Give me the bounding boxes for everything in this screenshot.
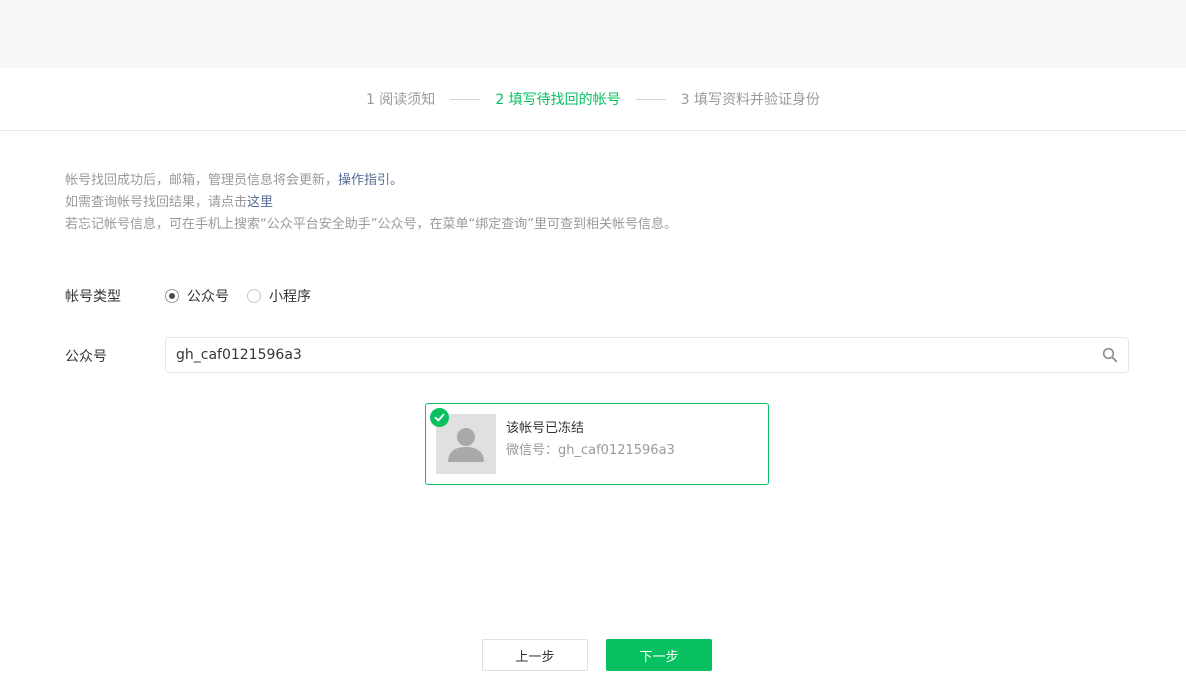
- guide-link[interactable]: 操作指引。: [338, 173, 403, 188]
- account-field-label: 公众号: [65, 349, 107, 365]
- radio-official-account[interactable]: 公众号: [165, 286, 229, 306]
- radio-mini-program-dot[interactable]: [247, 289, 261, 303]
- account-result-card[interactable]: 该帐号已冻结 微信号：gh_caf0121596a3: [425, 403, 769, 485]
- radio-mini-program[interactable]: 小程序: [247, 286, 311, 306]
- account-type-row: 帐号类型 公众号 小程序: [65, 286, 329, 306]
- account-type-radio-group: 公众号 小程序: [165, 286, 329, 306]
- progress-steps: 1 阅读须知 2 填写待找回的帐号 3 填写资料并验证身份: [0, 68, 1186, 131]
- account-search-box: [165, 337, 1129, 373]
- account-wechat-id: 微信号：gh_caf0121596a3: [506, 443, 675, 458]
- check-icon: [430, 408, 449, 427]
- query-result-link[interactable]: 这里: [247, 195, 273, 210]
- step-verify-identity: 3 填写资料并验证身份: [680, 92, 821, 108]
- search-icon[interactable]: [1102, 347, 1118, 363]
- notice-line-1: 帐号找回成功后，邮箱，管理员信息将会更新，操作指引。: [65, 173, 404, 188]
- radio-official-account-dot[interactable]: [165, 289, 179, 303]
- account-type-label: 帐号类型: [65, 289, 121, 305]
- step-fill-account: 2 填写待找回的帐号: [495, 92, 621, 108]
- account-field-row: 公众号: [65, 346, 165, 366]
- prev-step-button[interactable]: 上一步: [482, 639, 588, 671]
- account-search-input[interactable]: [176, 347, 1102, 363]
- notice-line-3: 若忘记帐号信息，可在手机上搜索“公众平台安全助手”公众号，在菜单“绑定查询”里可…: [65, 217, 677, 232]
- next-step-button[interactable]: 下一步: [606, 639, 712, 671]
- account-name: 该帐号已冻结: [506, 421, 585, 436]
- notice-line-2: 如需查询帐号找回结果，请点击这里: [65, 195, 274, 210]
- step-separator: [635, 98, 666, 100]
- top-band: [0, 0, 1186, 68]
- step-read-notice: 1 阅读须知: [365, 92, 436, 108]
- notice-text: 帐号找回成功后，邮箱，管理员信息将会更新，操作指引。 如需查询帐号找回结果，请点…: [65, 170, 677, 236]
- step-separator: [450, 98, 481, 100]
